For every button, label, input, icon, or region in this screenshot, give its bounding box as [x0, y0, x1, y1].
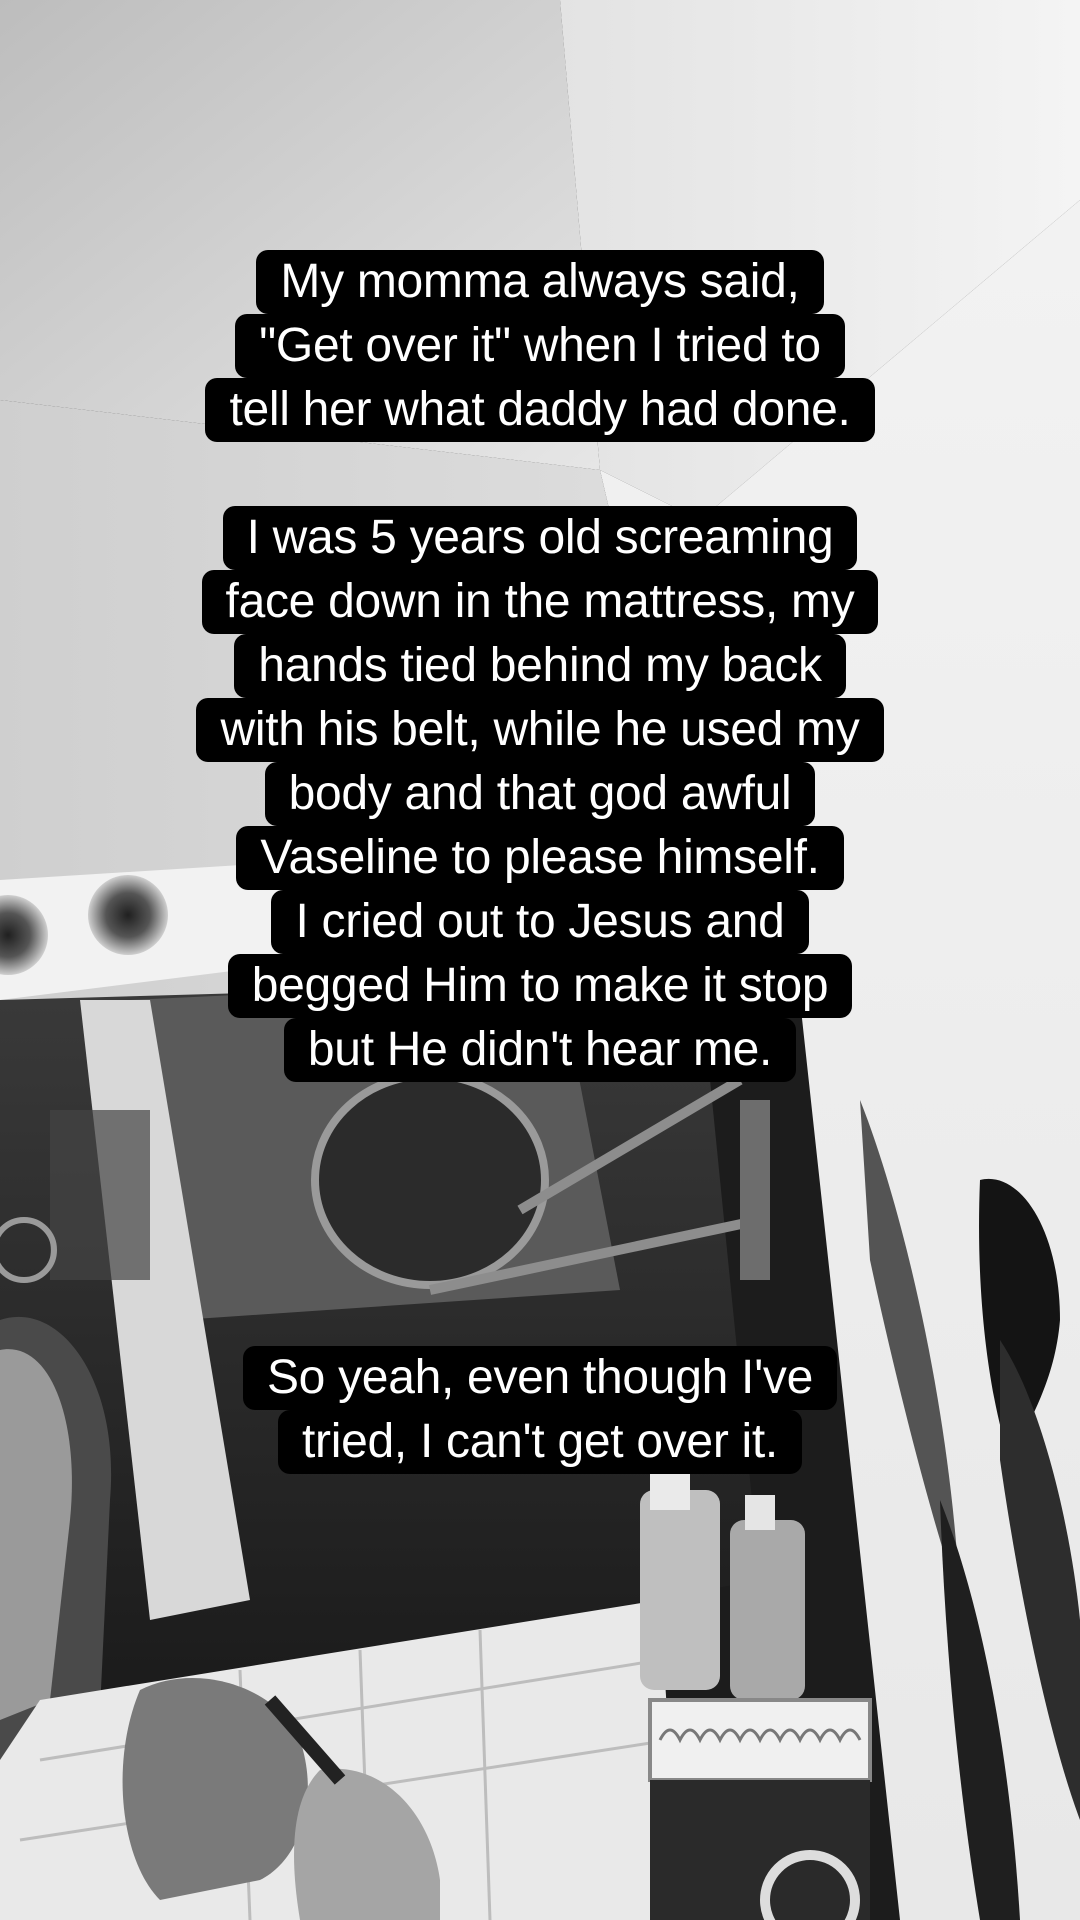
caption-block-conclusion: So yeah, even though I've tried, I can't… — [0, 1346, 1080, 1474]
caption-line: but He didn't hear me. — [283, 1018, 797, 1082]
caption-line: My momma always said, — [256, 250, 824, 314]
caption-line: I was 5 years old screaming — [222, 506, 858, 570]
caption-line: with his belt, while he used my — [196, 698, 884, 762]
caption-block-intro: My momma always said, "Get over it" when… — [0, 250, 1080, 442]
caption-line: tried, I can't get over it. — [278, 1410, 802, 1474]
caption-line: tell her what daddy had done. — [205, 378, 875, 442]
caption-line: face down in the mattress, my — [201, 570, 879, 634]
caption-line: Vaseline to please himself. — [236, 826, 844, 890]
story-frame: My momma always said, "Get over it" when… — [0, 0, 1080, 1920]
caption-line: hands tied behind my back — [234, 634, 846, 698]
caption-line: begged Him to make it stop — [227, 954, 853, 1018]
caption-line: "Get over it" when I tried to — [235, 314, 845, 378]
caption-block-story: I was 5 years old screaming face down in… — [0, 506, 1080, 1082]
caption-line: So yeah, even though I've — [242, 1346, 838, 1410]
caption-line: body and that god awful — [264, 762, 816, 826]
caption-line: I cried out to Jesus and — [271, 890, 809, 954]
